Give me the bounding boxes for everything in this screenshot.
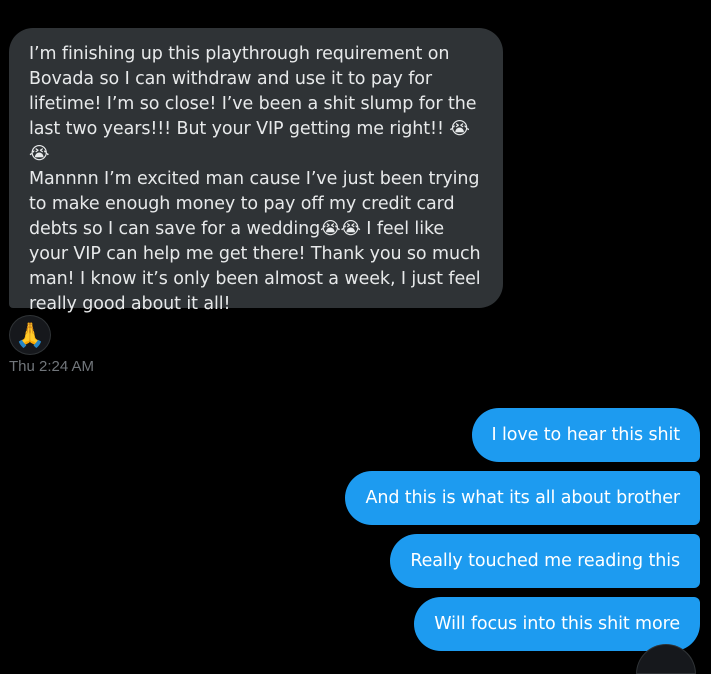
message-timestamp: Thu 2:24 AM	[9, 358, 95, 375]
outgoing-message-1[interactable]: I love to hear this shit	[471, 408, 700, 462]
outgoing-message-2[interactable]: And this is what its all about brother	[345, 471, 700, 525]
praying-hands-reaction-icon[interactable]: 🙏	[9, 315, 51, 355]
incoming-message-bubble[interactable]: I’m finishing up this playthrough requir…	[9, 28, 503, 314]
outgoing-message-4[interactable]: Will focus into this shit more	[414, 597, 700, 651]
incoming-message-text: I’m finishing up this playthrough requir…	[29, 44, 481, 314]
outgoing-message-3[interactable]: Really touched me reading this	[390, 534, 700, 588]
